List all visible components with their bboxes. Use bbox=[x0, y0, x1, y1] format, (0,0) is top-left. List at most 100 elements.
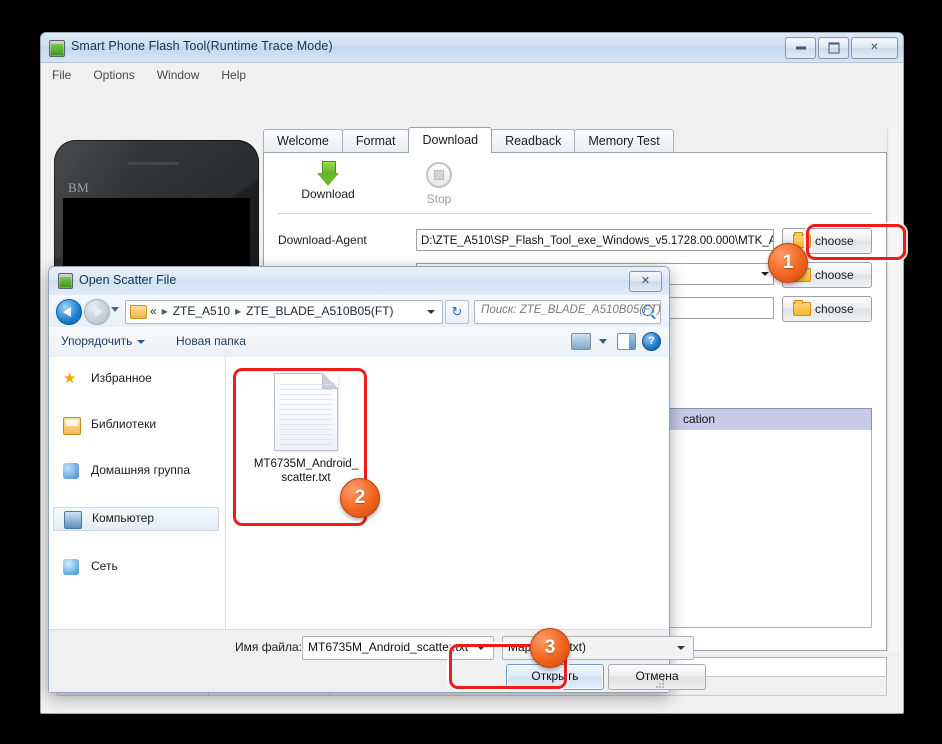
nav-item-label: Сеть bbox=[91, 559, 118, 573]
open-button[interactable]: Открыть bbox=[506, 664, 604, 690]
column-location: cation bbox=[683, 412, 716, 426]
filename-value: MT6735M_Android_scatter.txt bbox=[308, 640, 469, 654]
chevron-down-icon[interactable] bbox=[677, 646, 685, 650]
dialog-title: Open Scatter File bbox=[79, 273, 177, 287]
homegroup-icon bbox=[63, 463, 79, 479]
tab-memory-test[interactable]: Memory Test bbox=[574, 129, 674, 153]
toolbar-separator bbox=[278, 213, 872, 214]
annotation-badge-3: 3 bbox=[530, 628, 570, 668]
nav-item-label: Домашняя группа bbox=[91, 463, 191, 477]
view-options-icon[interactable] bbox=[571, 333, 591, 350]
favorites-star-icon: ★ bbox=[63, 370, 77, 387]
dialog-app-icon bbox=[58, 273, 73, 289]
breadcrumb-sep: ▸ bbox=[235, 304, 242, 318]
page-lines bbox=[280, 384, 332, 445]
search-icon bbox=[642, 305, 653, 316]
tab-download[interactable]: Download bbox=[408, 127, 493, 153]
nav-item-network[interactable]: Сеть bbox=[49, 557, 225, 577]
menu-help[interactable]: Help bbox=[210, 66, 257, 84]
organize-button[interactable]: Упорядочить bbox=[61, 334, 146, 348]
search-input[interactable]: Поиск: ZTE_BLADE_A510B05(FT) bbox=[474, 300, 661, 324]
back-button[interactable] bbox=[56, 299, 82, 325]
folder-icon bbox=[793, 300, 811, 316]
new-folder-label: Новая папка bbox=[176, 334, 246, 348]
download-agent-input[interactable]: D:\ZTE_A510\SP_Flash_Tool_exe_Windows_v5… bbox=[416, 229, 774, 251]
tab-format[interactable]: Format bbox=[341, 129, 410, 153]
close-icon: ✕ bbox=[640, 275, 651, 287]
scatter-choose-label: choose bbox=[815, 268, 854, 282]
nav-item-label: Избранное bbox=[91, 371, 152, 385]
network-icon bbox=[63, 559, 79, 575]
dialog-footer: Имя файла: MT6735M_Android_scatter.txt M… bbox=[49, 629, 706, 692]
menu-options[interactable]: Options bbox=[82, 66, 145, 84]
download-agent-choose-label: choose bbox=[815, 234, 854, 248]
window-controls: ✕ bbox=[785, 37, 898, 59]
breadcrumb-item-zte-a510[interactable]: ZTE_A510 bbox=[173, 304, 230, 318]
stop-action-label: Stop bbox=[426, 192, 452, 206]
tab-readback[interactable]: Readback bbox=[491, 129, 576, 153]
stop-circle-icon bbox=[426, 162, 452, 188]
screenshot-root: Smart Phone Flash Tool(Runtime Trace Mod… bbox=[0, 0, 942, 744]
download-action-label: Download bbox=[301, 187, 355, 201]
help-icon[interactable]: ? bbox=[642, 332, 661, 351]
stop-action-button[interactable]: Stop bbox=[399, 161, 479, 206]
forward-button[interactable] bbox=[84, 299, 110, 325]
phone-speaker bbox=[127, 162, 179, 165]
navigation-pane: ★ Избранное Библиотеки Домашняя группа К… bbox=[49, 357, 226, 630]
main-titlebar: Smart Phone Flash Tool(Runtime Trace Mod… bbox=[41, 33, 903, 63]
resize-grip[interactable] bbox=[655, 679, 665, 689]
nav-item-label: Библиотеки bbox=[91, 417, 157, 431]
breadcrumb-overflow[interactable]: « bbox=[150, 304, 157, 318]
dialog-navigation-bar: « ▸ ZTE_A510 ▸ ZTE_BLADE_A510B05(FT) ↻ Поиск… bbox=[49, 295, 669, 328]
new-folder-button[interactable]: Новая папка bbox=[176, 334, 246, 348]
breadcrumb: « ▸ ZTE_A510 ▸ ZTE_BLADE_A510B05(FT) bbox=[150, 304, 394, 318]
window-title: Smart Phone Flash Tool(Runtime Trace Mod… bbox=[71, 39, 333, 53]
chevron-down-icon[interactable] bbox=[599, 339, 607, 344]
phone-brand-mark: BM bbox=[68, 180, 90, 195]
main-vertical-scrollbar[interactable] bbox=[887, 129, 901, 651]
download-agent-label: Download-Agent bbox=[278, 233, 367, 247]
third-choose-label: choose bbox=[815, 302, 854, 316]
nav-item-computer[interactable]: Компьютер bbox=[53, 507, 219, 531]
refresh-button[interactable]: ↻ bbox=[445, 300, 469, 324]
restore-button[interactable] bbox=[818, 37, 849, 59]
address-bar[interactable]: « ▸ ZTE_A510 ▸ ZTE_BLADE_A510B05(FT) bbox=[125, 300, 443, 324]
breadcrumb-sep: ▸ bbox=[161, 304, 168, 318]
third-choose-button[interactable]: choose bbox=[782, 296, 872, 322]
menu-window[interactable]: Window bbox=[146, 66, 211, 84]
download-action-button[interactable]: Download bbox=[288, 161, 368, 201]
filename-label: Имя файла: bbox=[235, 640, 302, 654]
chevron-down-icon[interactable] bbox=[427, 310, 435, 314]
search-placeholder: Поиск: ZTE_BLADE_A510B05(FT) bbox=[481, 304, 661, 316]
text-file-icon bbox=[274, 373, 338, 451]
menu-bar: File Options Window Help bbox=[41, 63, 903, 86]
computer-icon bbox=[64, 511, 82, 529]
scrollbar-track[interactable] bbox=[889, 129, 900, 651]
minimize-button[interactable] bbox=[785, 37, 816, 59]
dialog-close-button[interactable]: ✕ bbox=[629, 271, 662, 292]
file-item-label: MT6735M_Android_scatter.txt bbox=[253, 458, 359, 484]
app-icon bbox=[49, 40, 65, 57]
nav-item-libraries[interactable]: Библиотеки bbox=[49, 415, 225, 435]
menu-file[interactable]: File bbox=[41, 66, 82, 84]
download-toolbar: Download Stop bbox=[264, 153, 886, 215]
nav-item-homegroup[interactable]: Домашняя группа bbox=[49, 461, 225, 481]
preview-pane-icon[interactable] bbox=[617, 333, 636, 350]
nav-item-favorites[interactable]: ★ Избранное bbox=[49, 369, 225, 389]
file-list-pane[interactable]: MT6735M_Android_scatter.txt bbox=[226, 357, 669, 630]
organize-label: Упорядочить bbox=[61, 334, 133, 348]
chevron-down-icon[interactable] bbox=[477, 646, 485, 650]
filename-input[interactable]: MT6735M_Android_scatter.txt bbox=[302, 636, 494, 660]
tab-strip: Welcome Format Download Readback Memory … bbox=[263, 127, 887, 153]
dialog-titlebar: Open Scatter File ✕ bbox=[49, 267, 669, 296]
tab-welcome[interactable]: Welcome bbox=[263, 129, 343, 153]
close-button[interactable]: ✕ bbox=[851, 37, 898, 59]
folder-icon bbox=[130, 305, 147, 319]
nav-item-label: Компьютер bbox=[92, 511, 155, 525]
libraries-icon bbox=[63, 417, 81, 435]
recent-locations-icon[interactable] bbox=[111, 307, 119, 312]
scatter-file-item[interactable]: MT6735M_Android_scatter.txt bbox=[252, 367, 360, 485]
dialog-command-bar: Упорядочить Новая папка ? bbox=[49, 327, 669, 358]
breadcrumb-item-current[interactable]: ZTE_BLADE_A510B05(FT) bbox=[246, 304, 393, 318]
chevron-down-icon bbox=[137, 339, 146, 344]
